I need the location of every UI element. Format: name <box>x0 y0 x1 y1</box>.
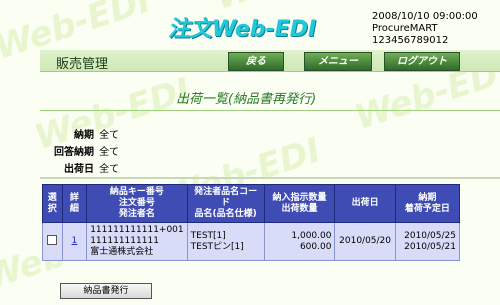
filter-value: 全て <box>99 164 120 175</box>
header-order-no: 注文番号 <box>118 198 155 208</box>
header-detail: 詳細 <box>61 184 88 223</box>
instr-qty: 1,000.00 <box>291 230 332 241</box>
datetime-text: 2008/10/10 09:00:00 <box>372 11 478 22</box>
table-header-row: 選択 詳細 納品キー番号 注文番号 発注者名 発注者品名コード 品名(品名仕様)… <box>42 184 461 223</box>
logout-button[interactable]: ログアウト <box>384 52 460 71</box>
ship-qty: 600.00 <box>299 241 332 252</box>
row-item-cell: TEST[1] TESTピン[1] <box>186 222 265 261</box>
orderer-name: 富士通株式会社 <box>90 247 154 257</box>
filter-label: 出荷日 <box>64 164 94 175</box>
header-orderer: 発注者名 <box>118 209 155 219</box>
row-checkbox[interactable] <box>47 234 58 245</box>
header-ship-qty: 出荷数量 <box>281 203 318 214</box>
order-no: 111111111111 <box>90 236 159 246</box>
back-button[interactable]: 戻る <box>228 52 284 71</box>
header-keys: 納品キー番号 注文番号 発注者名 <box>86 184 188 223</box>
section-title: 販売管理 <box>56 57 109 72</box>
row-delivery-cell: 2010/05/25 2010/05/21 <box>394 222 461 261</box>
filter-label: 回答納期 <box>54 147 94 158</box>
arrival-date: 2010/05/21 <box>404 241 456 252</box>
table-row: 1 111111111111+001 111111111111 富士通株式会社 … <box>42 222 461 261</box>
header-item-code: 発注者品名コード <box>194 187 258 208</box>
header-item: 発注者品名コード 品名(品名仕様) <box>186 184 265 223</box>
filter-label: 納期 <box>74 130 94 141</box>
item-name: TESTピン[1] <box>190 241 244 252</box>
menu-button[interactable]: メニュー <box>304 52 372 71</box>
title-divider <box>40 110 500 111</box>
row-detail-cell: 1 <box>61 222 88 261</box>
shipment-table: 選択 詳細 納品キー番号 注文番号 発注者名 発注者品名コード 品名(品名仕様)… <box>42 184 461 261</box>
key-no: 111111111111+001 <box>90 225 184 235</box>
row-qty-cell: 1,000.00 600.00 <box>263 222 336 261</box>
header-key-no: 納品キー番号 <box>109 187 164 197</box>
row-ship-date: 2010/05/20 <box>334 222 396 261</box>
header-due-date: 納期 <box>418 192 437 203</box>
header-instr-qty: 納入指示数量 <box>272 192 327 203</box>
row-select-cell <box>42 222 63 261</box>
row-keys-cell: 111111111111+001 111111111111 富士通株式会社 <box>86 222 188 261</box>
app-logo: 注文Web-EDI <box>168 17 317 42</box>
filter-ship-date: 出荷日 全て <box>40 157 119 176</box>
page-title: 出荷一覧(納品書再発行) <box>176 92 317 107</box>
item-code: TEST[1] <box>190 230 226 241</box>
header-delivery: 納期 着荷予定日 <box>394 184 461 223</box>
issue-delivery-note-button[interactable]: 納品書発行 <box>60 283 152 299</box>
header-arrival-date: 着荷予定日 <box>404 203 450 214</box>
header-qty: 納入指示数量 出荷数量 <box>263 184 336 223</box>
header-select: 選択 <box>42 184 63 223</box>
header-ship-date: 出荷日 <box>334 184 396 223</box>
company-text: ProcureMART <box>372 23 438 34</box>
header-item-name: 品名(品名仕様) <box>194 209 257 219</box>
user-id-text: 123456789012 <box>372 35 449 46</box>
header-info: 2008/10/10 09:00:00 ProcureMART 12345678… <box>372 11 478 47</box>
section-separator <box>40 177 500 179</box>
due-date: 2010/05/25 <box>404 230 456 241</box>
detail-link[interactable]: 1 <box>72 236 78 246</box>
